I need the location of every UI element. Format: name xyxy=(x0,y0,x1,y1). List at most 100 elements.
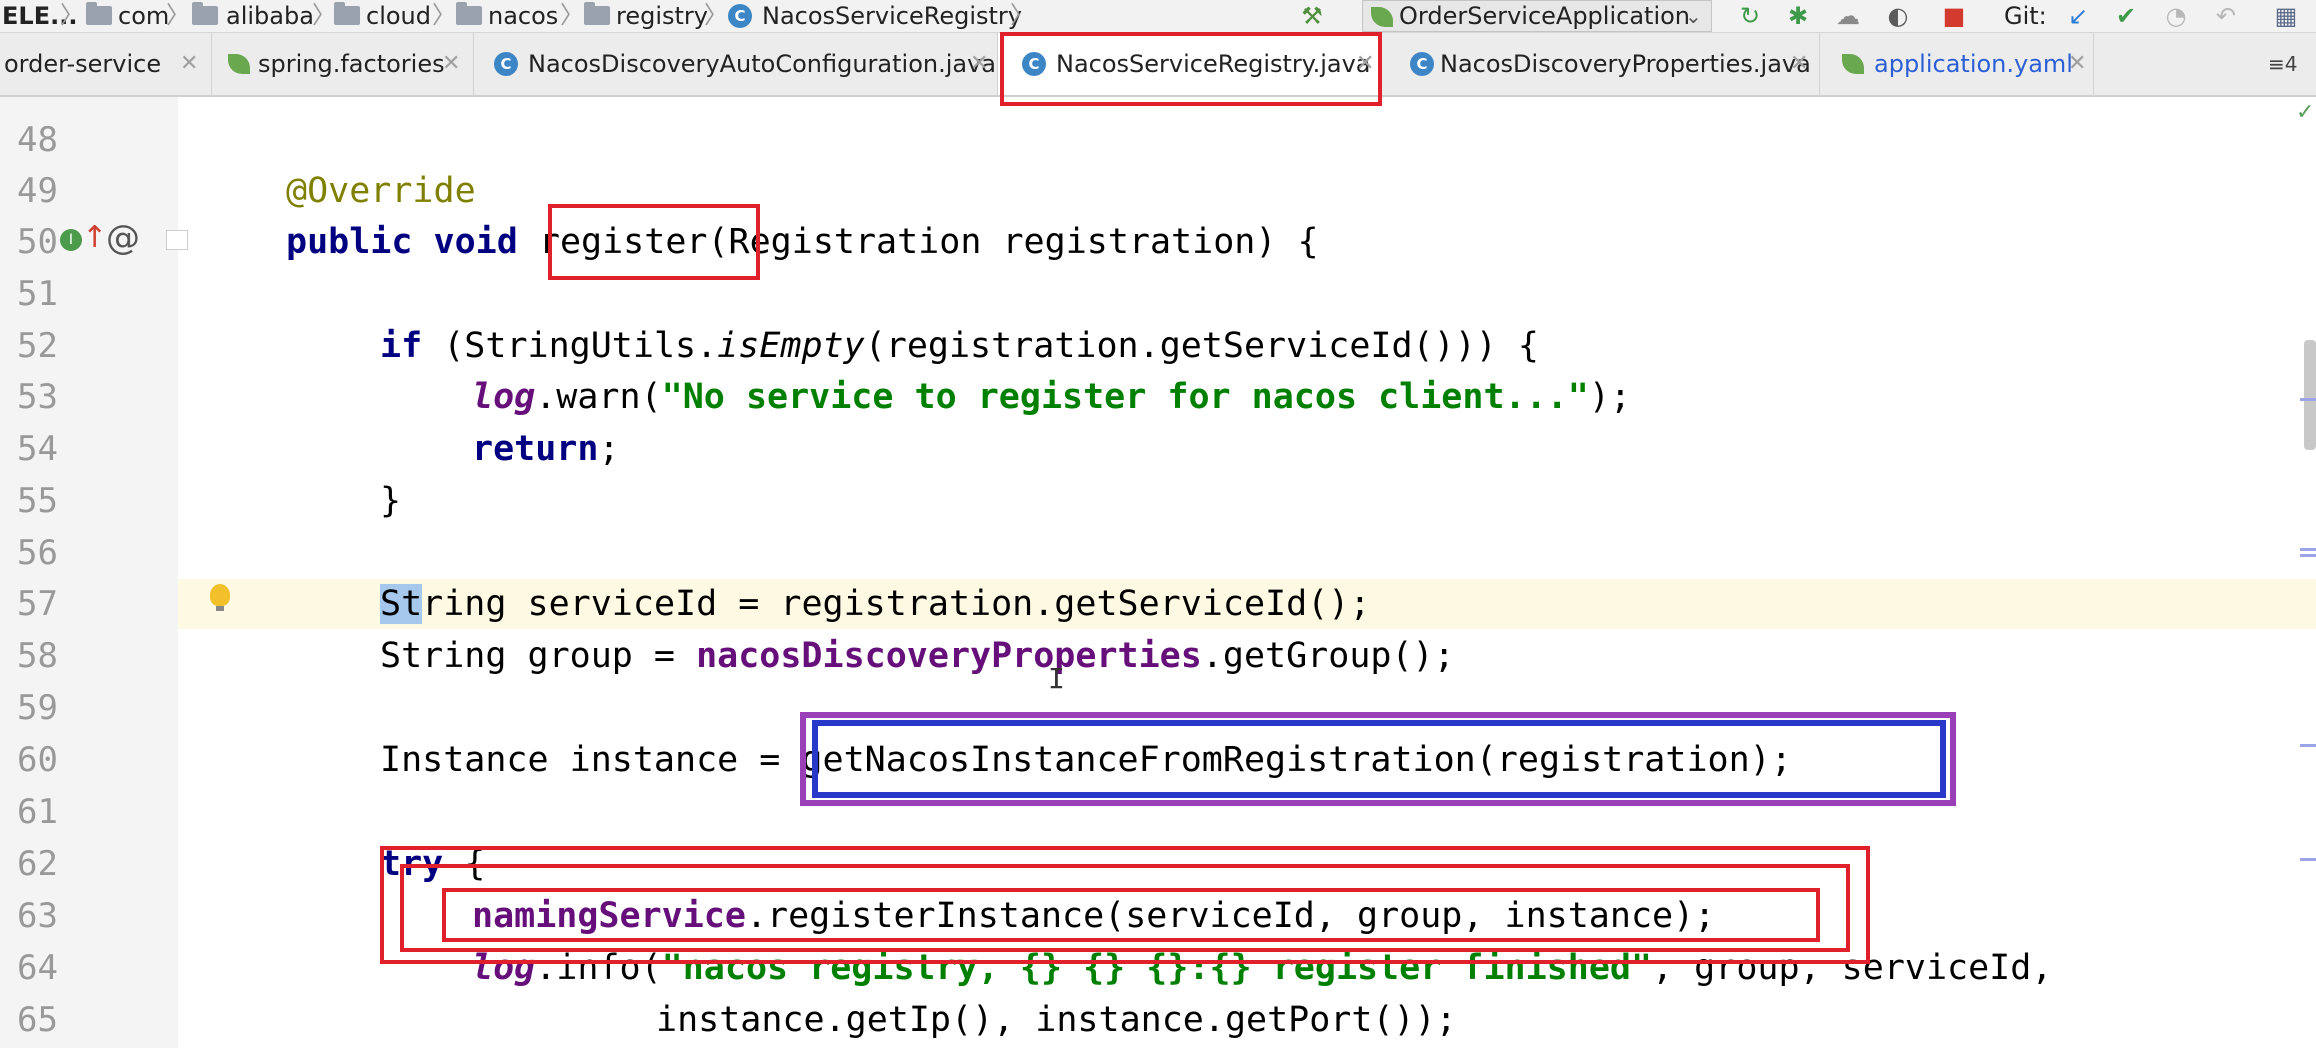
line-number: 58 xyxy=(17,636,58,676)
field: nacosDiscoveryProperties xyxy=(696,636,1202,676)
debug-icon[interactable]: ✱ xyxy=(1784,2,1812,30)
structure-icon[interactable]: ▦ xyxy=(2272,2,2300,30)
keyword: if xyxy=(380,326,423,366)
fold-toggle-icon[interactable] xyxy=(166,230,188,250)
code-text: (Registration registration) { xyxy=(707,222,1319,262)
tab-label: NacosDiscoveryProperties.java xyxy=(1440,50,1811,78)
scrollbar-thumb[interactable] xyxy=(2304,340,2316,450)
breadcrumb-item[interactable]: alibaba xyxy=(226,0,314,32)
breadcrumb-separator: 〉 xyxy=(704,1,728,29)
code-text: (StringUtils. xyxy=(422,326,718,366)
error-stripe-marker[interactable] xyxy=(2300,858,2316,861)
line-number: 55 xyxy=(17,481,58,521)
close-icon[interactable]: ✕ xyxy=(970,33,988,95)
tab-nacos-discovery-properties[interactable]: C NacosDiscoveryProperties.java ✕ xyxy=(1400,33,1820,95)
line-number: 65 xyxy=(17,1000,58,1040)
code-line-65: instance.getIp(), instance.getPort()); xyxy=(656,994,1457,1046)
line-number: 64 xyxy=(17,948,58,988)
code-line-57: String serviceId = registration.getServi… xyxy=(380,578,1370,630)
rerun-icon[interactable]: ↻ xyxy=(1736,2,1764,30)
close-icon[interactable]: ✕ xyxy=(1790,33,1808,95)
implements-method-icon[interactable]: I xyxy=(60,229,82,251)
breadcrumb-item[interactable]: registry xyxy=(616,0,708,32)
code-line-55: } xyxy=(380,475,401,527)
lightbulb-icon[interactable] xyxy=(210,584,230,611)
string-literal: "No service to register for nacos client… xyxy=(661,377,1589,417)
class-icon: C xyxy=(494,52,518,76)
tab-label: application.yaml xyxy=(1874,50,2073,78)
breadcrumb-item[interactable]: cloud xyxy=(366,0,431,32)
spring-icon xyxy=(1371,7,1393,27)
tab-application-yaml[interactable]: application.yaml ✕ xyxy=(1830,33,2094,95)
tab-overflow-button[interactable]: ≡4 xyxy=(2268,33,2297,95)
folder-icon xyxy=(584,2,610,25)
close-icon[interactable]: ✕ xyxy=(180,33,198,95)
coverage-icon[interactable]: ☁ xyxy=(1834,2,1862,30)
static-method: isEmpty xyxy=(717,326,865,366)
tab-label: order-service xyxy=(4,50,162,78)
close-icon[interactable]: ✕ xyxy=(2068,33,2086,95)
breadcrumb-separator: 〉 xyxy=(312,1,336,29)
breadcrumb-separator: 〉 xyxy=(1010,1,1034,29)
keyword: public xyxy=(286,222,413,262)
error-stripe-marker[interactable] xyxy=(2300,398,2316,401)
line-number: 54 xyxy=(17,429,58,469)
inspection-ok-icon[interactable]: ✓ xyxy=(2296,100,2314,125)
error-stripe-marker[interactable] xyxy=(2300,548,2316,551)
class-icon: C xyxy=(728,4,752,28)
code-text: (registration.getServiceId())) { xyxy=(864,326,1539,366)
keyword: return xyxy=(472,429,599,469)
folder-icon xyxy=(334,2,360,25)
line-number: 52 xyxy=(17,326,58,366)
line-number: 56 xyxy=(17,533,58,573)
breadcrumb-item[interactable]: NacosServiceRegistry xyxy=(762,0,1022,32)
error-stripe-marker[interactable] xyxy=(2300,744,2316,747)
code-text: String group = xyxy=(380,636,697,676)
revert-icon[interactable]: ↶ xyxy=(2212,2,2240,30)
code-text: } xyxy=(380,481,402,521)
tab-nacos-discovery-auto-configuration[interactable]: C NacosDiscoveryAutoConfiguration.java ✕ xyxy=(474,33,998,95)
breadcrumb-item[interactable]: com xyxy=(118,0,169,32)
code-text: ; xyxy=(598,429,620,469)
folder-icon xyxy=(86,2,112,25)
class-icon: C xyxy=(1410,52,1434,76)
breadcrumb-item[interactable]: nacos xyxy=(488,0,558,32)
breadcrumb-separator: 〉 xyxy=(60,1,84,29)
override-arrow-icon[interactable]: ↑ xyxy=(82,218,107,258)
breadcrumb-separator: 〉 xyxy=(560,1,584,29)
run-configuration-select[interactable]: OrderServiceApplication ⌄ xyxy=(1362,0,1712,32)
close-icon[interactable]: ✕ xyxy=(442,33,460,95)
line-number: 53 xyxy=(17,377,58,417)
folder-icon xyxy=(456,2,482,25)
chevron-down-icon: ⌄ xyxy=(1685,4,1702,28)
line-number: 60 xyxy=(17,740,58,780)
git-commit-icon[interactable]: ✔ xyxy=(2112,2,2140,30)
keyword: void xyxy=(433,222,518,262)
spring-icon xyxy=(1842,54,1864,74)
code-text: ring serviceId = registration.getService… xyxy=(422,584,1371,624)
annotation-icon[interactable]: @ xyxy=(106,216,140,260)
line-number: 51 xyxy=(17,274,58,314)
line-number: 50 xyxy=(17,222,58,262)
profile-icon[interactable]: ◐ xyxy=(1884,2,1912,30)
history-icon[interactable]: ◔ xyxy=(2162,2,2190,30)
tab-order-service[interactable]: order-service ✕ xyxy=(0,33,212,95)
stop-icon[interactable]: ■ xyxy=(1940,2,1968,30)
error-stripe-marker[interactable] xyxy=(2300,554,2316,557)
line-number: 59 xyxy=(17,688,58,728)
line-number: 48 xyxy=(17,120,58,160)
line-number: 61 xyxy=(17,792,58,832)
code-text: instance.getIp(), instance.getPort()); xyxy=(656,1000,1457,1040)
text-selection: St xyxy=(380,584,423,624)
tab-label: spring.factories xyxy=(258,50,445,78)
annotation: @Override xyxy=(286,171,476,211)
breadcrumb-separator: 〉 xyxy=(166,1,190,29)
hammer-icon[interactable]: ⚒ xyxy=(1298,2,1326,30)
code-line-50: public void register(Registration regist… xyxy=(286,216,1319,268)
navigation-bar: ELE... 〉 com 〉 alibaba 〉 cloud 〉 nacos 〉… xyxy=(0,0,2316,33)
git-label: Git: xyxy=(2004,2,2047,30)
tab-spring-factories[interactable]: spring.factories ✕ xyxy=(212,33,474,95)
tab-label: NacosDiscoveryAutoConfiguration.java xyxy=(528,50,997,78)
git-update-icon[interactable]: ↙ xyxy=(2064,2,2092,30)
folder-icon xyxy=(192,2,218,25)
